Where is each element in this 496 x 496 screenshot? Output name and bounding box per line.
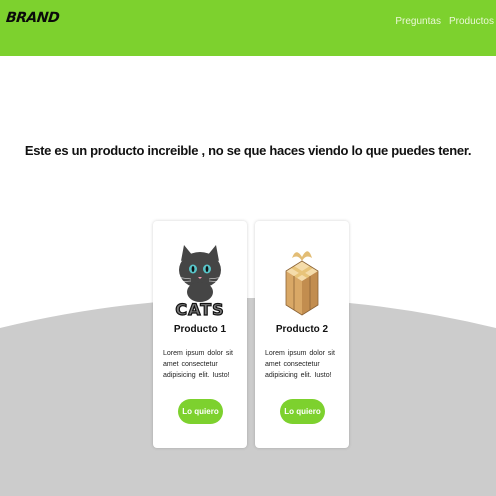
product-title: Producto 2: [275, 324, 329, 335]
gift-box-icon: [285, 251, 319, 316]
background-wave: [0, 298, 496, 496]
product-title: Producto 1: [173, 324, 227, 335]
brand-logo[interactable]: BRAND: [5, 10, 60, 26]
product-card: Producto 2 Lorem ipsum dolor sit amet co…: [255, 221, 349, 448]
hero-text: Este es un producto increible , no se qu…: [24, 143, 472, 158]
product-description: Lorem ipsum dolor sit amet consectetur a…: [265, 350, 335, 379]
header: BRAND Preguntas Productos: [0, 0, 496, 56]
main-nav: Preguntas Productos: [395, 16, 494, 27]
nav-link-productos[interactable]: Productos: [449, 16, 494, 27]
cats-logo-text: CATS: [175, 300, 224, 317]
nav-link-preguntas[interactable]: Preguntas: [395, 16, 441, 27]
product-description: Lorem ipsum dolor sit amet consectetur a…: [163, 350, 233, 379]
buy-button[interactable]: Lo quiero: [178, 399, 223, 424]
product-card: CATS Producto 1 Lorem ipsum dolor sit am…: [153, 221, 247, 448]
cats-logo-icon: CATS: [175, 245, 226, 317]
buy-button[interactable]: Lo quiero: [280, 399, 325, 424]
